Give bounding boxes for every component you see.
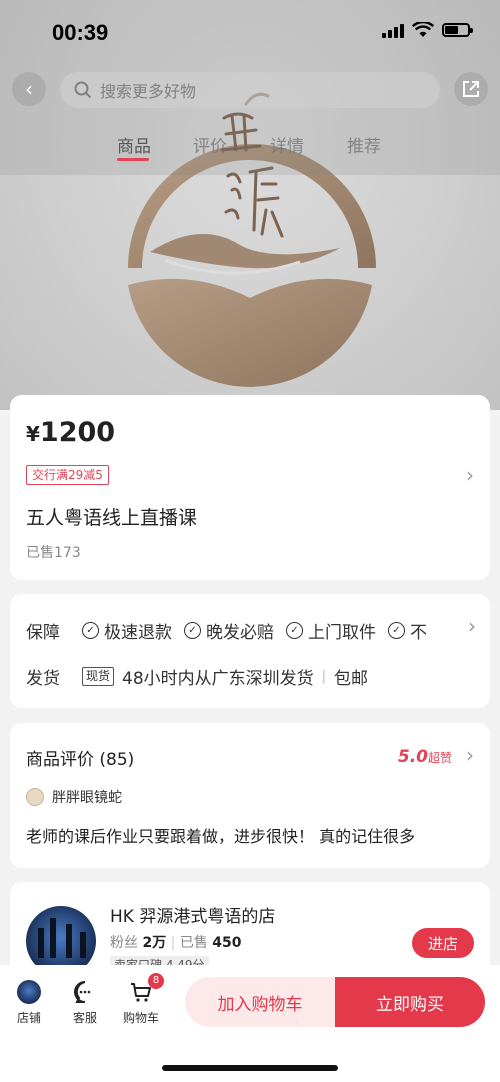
free-shipping: 包邮 [334, 669, 369, 689]
signal-icon [382, 22, 404, 38]
chevron-right-icon[interactable]: › [464, 614, 476, 638]
tab-reviews[interactable]: 评价 [193, 132, 227, 157]
chat-icon [72, 979, 98, 1005]
guarantee-label: 保障 [26, 623, 60, 643]
store-name: HK 羿源港式粤语的店 [110, 907, 276, 927]
tab-product[interactable]: 商品 [117, 132, 151, 157]
shipping-info: 现货 48小时内从广东深圳发货 | 包邮 [82, 664, 368, 689]
shipping-text: 48小时内从广东深圳发货 [122, 669, 314, 689]
shop-button[interactable]: 店铺 [4, 979, 54, 1026]
guarantee-item: ✓ 不 [388, 618, 427, 643]
product-title: 五人粤语线上直播课 [26, 507, 198, 529]
product-info-card: ¥1200 交行满29减5 › 五人粤语线上直播课 已售173 [10, 395, 490, 580]
enter-store-button[interactable]: 进店 [412, 928, 474, 958]
check-circle-icon: ✓ [82, 622, 99, 639]
add-to-cart-button[interactable]: 加入购物车 [185, 977, 335, 1027]
section-tabs: 商品 评价 详情 推荐 [0, 132, 500, 172]
check-circle-icon: ✓ [388, 622, 405, 639]
share-icon [463, 81, 479, 97]
store-stats: 粉丝 2万 | 已售 450 [110, 935, 242, 951]
search-placeholder: 搜索更多好物 [100, 82, 197, 101]
reviewer: 胖胖眼镜蛇 [26, 787, 122, 807]
battery-icon [442, 23, 473, 37]
shop-icon [16, 979, 42, 1005]
shipping-label: 发货 [26, 669, 60, 689]
product-price: ¥1200 [26, 417, 116, 448]
sold-count: 已售173 [26, 545, 81, 561]
customer-service-button[interactable]: 客服 [60, 979, 110, 1026]
search-bar[interactable]: 搜索更多好物 [60, 72, 440, 108]
top-navbar: ‹ 搜索更多好物 [0, 68, 500, 112]
share-button[interactable] [454, 72, 488, 106]
guarantee-card[interactable]: 保障 ✓ 极速退款 ✓ 晚发必赔 ✓ 上门取件 ✓ 不 › 发货 现货 48小时内从广东… [10, 594, 490, 708]
search-icon [74, 81, 92, 99]
avatar [26, 788, 44, 806]
reviews-card[interactable]: 商品评价 (85) 5.0超赞 › 胖胖眼镜蛇 老师的课后作业只要跟着做，进步很… [10, 723, 490, 868]
promo-tag[interactable]: 交行满29减5 [26, 465, 109, 485]
home-indicator [162, 1065, 338, 1071]
check-circle-icon: ✓ [184, 622, 201, 639]
reviews-title: 商品评价 (85) [26, 750, 135, 770]
cart-button[interactable]: 8 购物车 [116, 973, 166, 1026]
active-tab-indicator [117, 158, 149, 161]
status-time: 00:39 [52, 20, 109, 45]
guarantee-item: ✓ 上门取件 [286, 618, 376, 643]
buy-now-button[interactable]: 立即购买 [335, 977, 485, 1027]
guarantee-item: ✓ 晚发必赔 [184, 618, 274, 643]
wifi-icon [412, 22, 434, 37]
chevron-right-icon[interactable]: › [466, 743, 474, 767]
check-circle-icon: ✓ [286, 622, 303, 639]
guarantee-item: ✓ 极速退款 [82, 618, 172, 643]
chevron-left-icon: ‹ [25, 77, 33, 101]
status-bar: 00:39 [0, 0, 500, 62]
shipping-divider: | [321, 669, 327, 684]
reviewer-name: 胖胖眼镜蛇 [52, 790, 122, 806]
guarantee-list: ✓ 极速退款 ✓ 晚发必赔 ✓ 上门取件 ✓ 不 [82, 618, 427, 643]
tab-details[interactable]: 详情 [270, 132, 304, 157]
reviews-score: 5.0超赞 [397, 747, 452, 767]
stock-tag: 现货 [82, 667, 115, 686]
tab-recommend[interactable]: 推荐 [347, 132, 381, 157]
bottom-action-bar: 店铺 客服 8 购物车 加入购物车 立即购买 [0, 965, 500, 1082]
review-text: 老师的课后作业只要跟着做，进步很快！ 真的记住很多 [26, 827, 416, 846]
back-button[interactable]: ‹ [12, 72, 46, 106]
cart-count-badge: 8 [148, 973, 164, 989]
chevron-right-icon[interactable]: › [466, 463, 474, 487]
cart-icon: 8 [128, 973, 164, 1005]
